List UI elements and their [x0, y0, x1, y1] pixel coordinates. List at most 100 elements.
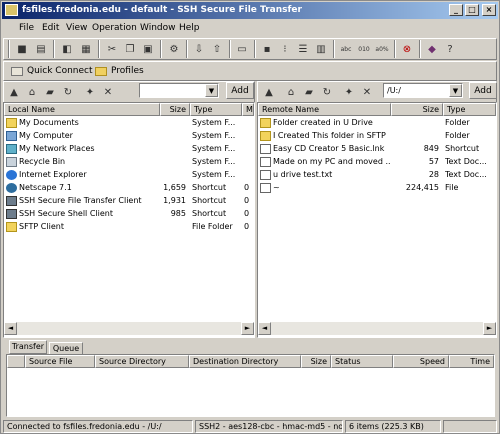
file-name: ~ [273, 183, 280, 192]
menu-edit[interactable]: Edit [42, 23, 59, 33]
local-add-button[interactable]: Add [226, 82, 254, 99]
list-item[interactable]: I Created This folder in SFTP Folder [258, 130, 496, 143]
list-item[interactable]: Recycle Bin System F... [4, 156, 254, 169]
scroll-left-icon[interactable]: ◄ [4, 322, 17, 335]
stop-icon[interactable]: ⊗ [398, 40, 416, 58]
upload-icon[interactable]: ⇧ [208, 40, 226, 58]
remote-horizontal-scrollbar[interactable]: ◄ ► [258, 322, 496, 335]
remote-home-icon[interactable]: ⌂ [282, 83, 300, 101]
transfer-col-source-directory[interactable]: Source Directory [95, 355, 189, 368]
menu-view[interactable]: View [66, 23, 87, 33]
local-col-name[interactable]: Local Name [4, 103, 160, 116]
transfer-list[interactable]: Source File Source Directory Destination… [6, 354, 495, 417]
download-icon[interactable]: ⇩ [190, 40, 208, 58]
list-item[interactable]: My Network Places System F... [4, 143, 254, 156]
local-refresh-icon[interactable]: ↻ [59, 83, 77, 101]
close-button[interactable]: × [482, 4, 496, 16]
remote-col-type[interactable]: Type [443, 103, 496, 116]
transfer-col-speed[interactable]: Speed [393, 355, 449, 368]
menu-window[interactable]: Window [140, 23, 176, 33]
chevron-down-icon[interactable]: ▼ [449, 84, 462, 97]
binary-mode-icon[interactable]: 010 [355, 40, 373, 58]
file-type: Text Doc... [445, 157, 487, 166]
large-icons-view-icon[interactable]: ▪ [258, 40, 276, 58]
terminal-icon[interactable]: ▭ [233, 40, 251, 58]
remote-folder-icon[interactable]: ✦ [340, 83, 358, 101]
auto-mode-icon[interactable]: a0% [373, 40, 391, 58]
remote-up-folder-icon[interactable]: ▲ [260, 83, 278, 101]
remote-path-combo[interactable]: /U:/ ▼ [383, 83, 463, 98]
title-bar[interactable]: fsfiles.fredonia.edu - default - SSH Sec… [2, 2, 498, 19]
transfer-col-status[interactable]: Status [331, 355, 393, 368]
quick-connect-icon[interactable]: ◧ [58, 40, 76, 58]
transfer-col-size[interactable]: Size [301, 355, 331, 368]
menu-operation[interactable]: Operation [92, 23, 137, 33]
remote-refresh-icon[interactable]: ↻ [318, 83, 336, 101]
list-item[interactable]: Folder created in U Drive Folder [258, 117, 496, 130]
transfer-col-icon[interactable] [7, 355, 25, 368]
file-name: SSH Secure File Transfer Client [19, 196, 142, 205]
folder-icon [260, 131, 271, 141]
list-item[interactable]: My Computer System F... [4, 130, 254, 143]
cut-icon[interactable]: ✂ [103, 40, 121, 58]
list-item[interactable]: Netscape 7.1 1,659 Shortcut 0 [4, 182, 254, 195]
ascii-mode-icon[interactable]: abc [337, 40, 355, 58]
chevron-down-icon[interactable]: ▼ [205, 84, 218, 97]
menu-help[interactable]: Help [179, 23, 200, 33]
local-new-folder-icon[interactable]: ▰ [41, 83, 59, 101]
recycle-bin-icon [6, 157, 17, 167]
list-item[interactable]: ~224,415 File [258, 182, 496, 195]
list-item[interactable]: My Documents System F... [4, 117, 254, 130]
maximize-button[interactable]: □ [465, 4, 479, 16]
local-delete-icon[interactable]: ✕ [99, 83, 117, 101]
transfer-col-destination-directory[interactable]: Destination Directory [189, 355, 301, 368]
local-col-size[interactable]: Size [160, 103, 190, 116]
settings-icon[interactable]: ⚙ [165, 40, 183, 58]
file-size: 224,415 [405, 183, 439, 192]
list-item[interactable]: Easy CD Creator 5 Basic.lnk 849 Shortcut [258, 143, 496, 156]
whats-this-icon[interactable]: ? [441, 40, 459, 58]
scroll-left-icon[interactable]: ◄ [258, 322, 271, 335]
scroll-right-icon[interactable]: ► [483, 322, 496, 335]
list-item[interactable]: Made on my PC and moved ... 57 Text Doc... [258, 156, 496, 169]
menu-file[interactable]: File [19, 23, 34, 33]
copy-icon[interactable]: ❐ [121, 40, 139, 58]
profiles-button[interactable]: Profiles [95, 62, 144, 80]
file-type: System F... [192, 157, 236, 166]
list-view-icon[interactable]: ☰ [294, 40, 312, 58]
scroll-right-icon[interactable]: ► [241, 322, 254, 335]
remote-delete-icon[interactable]: ✕ [358, 83, 376, 101]
help-book-icon[interactable]: ◆ [423, 40, 441, 58]
list-item[interactable]: SSH Secure Shell Client 985 Shortcut 0 [4, 208, 254, 221]
small-icons-view-icon[interactable]: ⁝ [276, 40, 294, 58]
save-icon[interactable]: ■ [13, 40, 31, 58]
tab-transfer[interactable]: Transfer [9, 340, 47, 354]
profiles-icon[interactable]: ▦ [77, 40, 95, 58]
remote-file-pane[interactable]: Remote Name Size Type Folder created in … [257, 102, 497, 338]
local-col-modified[interactable]: M [242, 103, 254, 116]
local-file-pane[interactable]: Local Name Size Type M My Documents Syste… [3, 102, 255, 338]
quick-connect-button[interactable]: Quick Connect [11, 62, 93, 80]
remote-add-button[interactable]: Add [469, 82, 497, 99]
remote-col-name[interactable]: Remote Name [258, 103, 391, 116]
minimize-button[interactable]: _ [449, 4, 463, 16]
local-horizontal-scrollbar[interactable]: ◄ ► [4, 322, 254, 335]
remote-col-size[interactable]: Size [391, 103, 443, 116]
transfer-col-time[interactable]: Time [449, 355, 494, 368]
file-name: Made on my PC and moved ... [273, 157, 390, 166]
transfer-col-source-file[interactable]: Source File [25, 355, 95, 368]
menu-bar: File Edit View Operation Window Help [3, 20, 497, 37]
local-up-folder-icon[interactable]: ▲ [5, 83, 23, 101]
local-col-type[interactable]: Type [190, 103, 242, 116]
list-item[interactable]: u drive test.txt 28 Text Doc... [258, 169, 496, 182]
list-item[interactable]: SFTP Client File Folder 0 [4, 221, 254, 234]
list-item[interactable]: SSH Secure File Transfer Client 1,931 Shor… [4, 195, 254, 208]
local-path-combo[interactable]: ▼ [139, 83, 219, 98]
local-folder-icon[interactable]: ✦ [81, 83, 99, 101]
list-item[interactable]: Internet Explorer System F... [4, 169, 254, 182]
print-icon[interactable]: ▤ [32, 40, 50, 58]
remote-new-folder-icon[interactable]: ▰ [300, 83, 318, 101]
paste-icon[interactable]: ▣ [139, 40, 157, 58]
details-view-icon[interactable]: ▥ [312, 40, 330, 58]
local-home-icon[interactable]: ⌂ [23, 83, 41, 101]
